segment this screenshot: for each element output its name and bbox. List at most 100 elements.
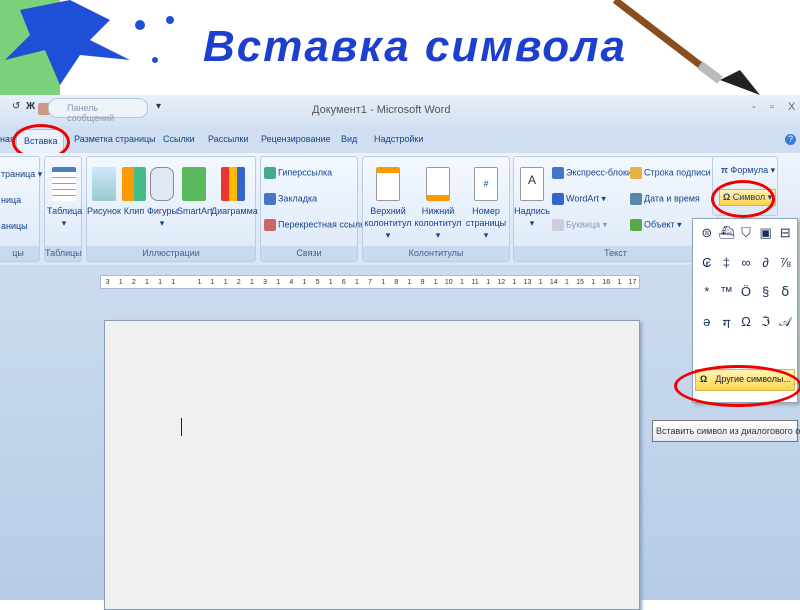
wordart-icon — [552, 193, 564, 205]
footer-label: Нижний колонтитул ▾ — [414, 206, 462, 240]
symbol-cell[interactable]: ∂ — [756, 255, 776, 270]
ruler-tick: 1 — [407, 278, 412, 286]
customize-toolbar-icon[interactable]: ▾ — [156, 101, 161, 112]
tab-addins[interactable]: Надстройки — [374, 134, 423, 144]
tab-view[interactable]: Вид — [341, 134, 357, 144]
header-button[interactable]: Верхний колонтитул ▾ — [363, 167, 413, 241]
clipart-label: Клип — [123, 206, 145, 216]
bookmark-button[interactable]: Закладка — [264, 193, 317, 205]
equation-label: Формула ▾ — [730, 165, 776, 175]
tab-references[interactable]: Ссылки — [163, 134, 195, 144]
signature-label: Строка подписи ▾ — [644, 167, 718, 178]
shapes-button[interactable]: Фигуры ▾ — [147, 167, 179, 229]
page-number-icon: # — [474, 167, 498, 201]
group-label: Колонтитулы — [363, 246, 509, 261]
symbol-cell[interactable]: ℑ — [756, 314, 776, 332]
table-button[interactable]: Таблица ▾ — [47, 167, 82, 229]
blank-page-button[interactable]: ница — [1, 195, 21, 205]
message-panel[interactable]: Панель сообщений — [48, 98, 148, 123]
symbol-cell[interactable]: ग — [717, 314, 737, 332]
footer-button[interactable]: Нижний колонтитул ▾ — [413, 167, 463, 241]
ruler-tick: 1 — [171, 278, 176, 286]
tab-review[interactable]: Рецензирование — [261, 134, 331, 144]
ruler-tick: 10 — [444, 278, 453, 286]
symbol-cell[interactable]: ∞ — [736, 255, 756, 270]
ruler-tick: 1 — [158, 278, 163, 286]
page-break-button[interactable]: аницы — [1, 221, 28, 231]
symbol-cell[interactable]: ẟ — [775, 284, 795, 300]
smartart-label: SmartArt — [177, 206, 213, 216]
symbol-cell[interactable]: 𝒜 — [775, 314, 795, 332]
smartart-button[interactable]: SmartArt — [177, 167, 213, 217]
restore-button[interactable]: ▫ — [770, 101, 774, 113]
object-button[interactable]: Объект ▾ — [630, 219, 682, 231]
bold-button[interactable]: Ж — [26, 101, 35, 112]
cover-page-button[interactable]: траница ▾ — [1, 169, 42, 180]
textbox-icon: A — [520, 167, 544, 201]
page-number-button[interactable]: # Номер страницы ▾ — [463, 167, 509, 241]
cross-reference-button[interactable]: Перекрестная ссылка — [264, 219, 369, 231]
equation-button[interactable]: π Формула ▾ — [721, 165, 775, 176]
symbol-cell[interactable]: § — [756, 284, 776, 300]
quick-parts-icon — [552, 167, 564, 179]
wordart-label: WordArt ▾ — [566, 193, 606, 204]
group-header-footer: Верхний колонтитул ▾ Нижний колонтитул ▾… — [362, 156, 510, 262]
group-label: цы — [0, 246, 39, 261]
group-label: Текст — [514, 246, 717, 261]
symbol-cell[interactable]: Ö — [736, 284, 756, 300]
ruler-tick: 9 — [420, 278, 425, 286]
title-bar: ↺ Ж Панель сообщений ▾ Документ1 - Micro… — [0, 95, 800, 125]
header-icon — [376, 167, 400, 201]
wordart-button[interactable]: WordArt ▾ — [552, 193, 606, 205]
dropcap-button[interactable]: Буквица ▾ — [552, 219, 607, 231]
symbol-cell[interactable]: ™ — [717, 284, 737, 300]
ruler-tick: 1 — [564, 278, 569, 286]
document-page[interactable] — [104, 320, 640, 610]
symbol-cell[interactable]: * — [697, 284, 717, 300]
picture-button[interactable]: Рисунок — [87, 167, 121, 217]
symbol-cell[interactable]: Ω — [736, 314, 756, 332]
ruler-tick: 1 — [118, 278, 123, 286]
quick-parts-button[interactable]: Экспресс-блоки ▾ — [552, 167, 639, 179]
shapes-label: Фигуры — [147, 206, 179, 216]
ruler-tick: 4 — [289, 278, 294, 286]
symbol-cell[interactable]: ⛴ — [717, 225, 737, 241]
picture-label: Рисунок — [87, 206, 121, 216]
clipart-button[interactable]: Клип — [121, 167, 147, 217]
symbol-cell[interactable]: ⅞ — [775, 255, 795, 270]
symbol-cell[interactable]: ‡ — [717, 255, 737, 270]
undo-icon[interactable]: ↺ — [12, 101, 20, 112]
horizontal-ruler[interactable]: 3 1 2 1 1 1 1 1 1 2 1 3 1 4 1 5 1 6 1 7 1 8 1 9 1 10 1 11 1 12 1 13 1 14 1… — [100, 275, 640, 289]
tab-page-layout[interactable]: Разметка страницы — [74, 134, 156, 144]
ruler-tick: 3 — [105, 278, 110, 286]
ruler-tick: 1 — [538, 278, 543, 286]
ruler-tick: 1 — [459, 278, 464, 286]
ruler-tick: 1 — [591, 278, 596, 286]
symbol-cell[interactable]: ⊜ — [697, 225, 717, 241]
minimize-button[interactable]: - — [752, 101, 756, 113]
group-pages: траница ▾ ница аницы цы — [0, 156, 42, 262]
hyperlink-button[interactable]: Гиперссылка — [264, 167, 332, 179]
date-time-label: Дата и время — [644, 193, 700, 204]
text-cursor — [181, 418, 182, 436]
hyperlink-label: Гиперссылка — [278, 167, 333, 178]
tab-mailings[interactable]: Рассылки — [208, 134, 248, 144]
ruler-tick: 13 — [523, 278, 532, 286]
date-time-button[interactable]: Дата и время — [630, 193, 700, 205]
tooltip: Вставить символ из диалогового окна — [652, 420, 800, 442]
ruler-tick: 16 — [602, 278, 611, 286]
signature-line-button[interactable]: Строка подписи ▾ — [630, 167, 718, 179]
group-illustrations: Рисунок Клип Фигуры ▾ SmartArt Диаграмма … — [86, 156, 258, 262]
symbol-cell[interactable]: ⛉ — [736, 225, 756, 241]
close-button[interactable]: X — [788, 101, 795, 113]
symbol-cell[interactable]: ₢ — [697, 255, 717, 270]
symbol-cell[interactable]: ▣ — [756, 225, 776, 241]
ruler-tick: 1 — [486, 278, 491, 286]
help-button[interactable]: ? — [785, 134, 796, 145]
symbol-cell[interactable]: ә — [697, 314, 717, 332]
textbox-button[interactable]: A Надпись ▾ — [514, 167, 550, 229]
smartart-icon — [182, 167, 206, 201]
symbol-cell[interactable]: ⊟ — [775, 225, 795, 241]
ruler-tick: 1 — [617, 278, 622, 286]
chart-button[interactable]: Диаграмма — [211, 167, 258, 217]
